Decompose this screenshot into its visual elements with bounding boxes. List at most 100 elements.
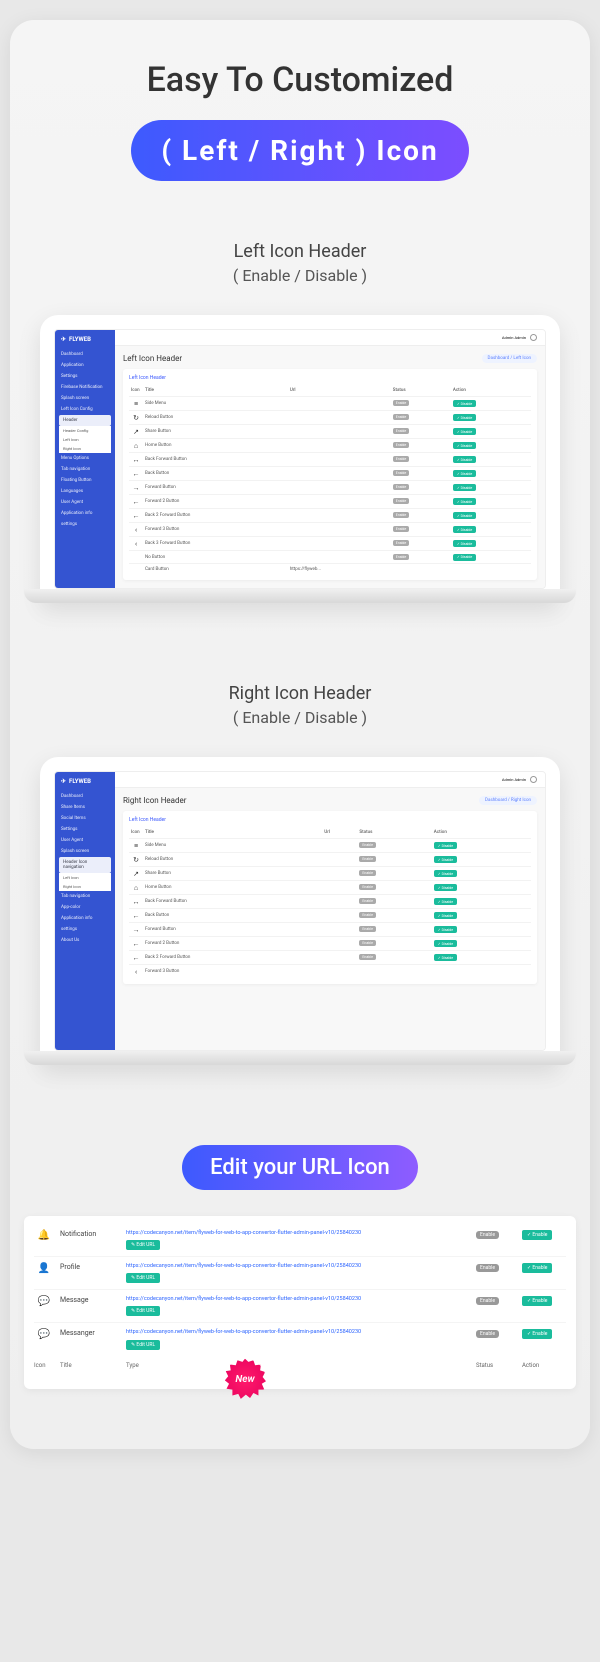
sidebar-item[interactable]: Floating Button	[55, 475, 115, 486]
toggle-button[interactable]: ✓ Disable	[434, 940, 457, 947]
topbar: Admin Admin	[115, 772, 545, 788]
toggle-button[interactable]: ✓ Disable	[453, 512, 476, 519]
sidebar-item[interactable]: Settings	[55, 371, 115, 382]
toggle-button[interactable]: ✓ Disable	[453, 540, 476, 547]
row-status: Enable	[357, 937, 431, 951]
row-status	[357, 965, 431, 979]
toggle-button[interactable]: ✓ Disable	[453, 526, 476, 533]
sidebar-item[interactable]: Firebase Notification	[55, 382, 115, 393]
sidebar-item[interactable]: Dashboard	[55, 349, 115, 360]
sidebar-item[interactable]: User Agent	[55, 497, 115, 508]
row-status	[391, 564, 451, 575]
sidebar-item[interactable]: Splash screen	[55, 393, 115, 404]
sidebar-item[interactable]: Left Icon Config	[55, 404, 115, 415]
breadcrumb[interactable]: Dashboard / Right Icon	[479, 796, 537, 805]
sidebar-item[interactable]: settings	[55, 924, 115, 935]
sidebar-item[interactable]: Social Items	[55, 813, 115, 824]
row-action: ✓ Disable	[451, 495, 531, 509]
hero-pill: ( Left / Right ) Icon	[131, 120, 468, 181]
sidebar-item[interactable]: Languages	[55, 486, 115, 497]
row-status: Enable	[357, 839, 431, 853]
toggle-button[interactable]: ✓ Disable	[453, 428, 476, 435]
sidebar-item[interactable]: Application info	[55, 508, 115, 519]
sidebar-item[interactable]: Splash screen	[55, 846, 115, 857]
url-link[interactable]: https://codecanyon.net/item/flyweb-for-w…	[126, 1263, 470, 1270]
sidebar-item[interactable]: Application info	[55, 913, 115, 924]
sidebar-item[interactable]: Left Icon	[59, 873, 111, 882]
toggle-button[interactable]: ✓ Disable	[453, 470, 476, 477]
sidebar-item[interactable]: Dashboard	[55, 791, 115, 802]
sidebar-item[interactable]: Settings	[55, 824, 115, 835]
url-link[interactable]: https://codecanyon.net/item/flyweb-for-w…	[126, 1230, 470, 1237]
toggle-button[interactable]: ✓ Disable	[434, 842, 457, 849]
toggle-button[interactable]: ✓ Disable	[453, 442, 476, 449]
row-status: Enable	[357, 909, 431, 923]
url-link[interactable]: https://codecanyon.net/item/flyweb-for-w…	[126, 1296, 470, 1303]
url-link[interactable]: https://codecanyon.net/item/flyweb-for-w…	[126, 1329, 470, 1336]
row-title: Home Button	[143, 439, 288, 453]
url-title: Message	[60, 1296, 120, 1304]
sidebar-item[interactable]: Header Config	[59, 426, 111, 435]
url-status: Enable	[476, 1330, 499, 1338]
sidebar-item[interactable]: Share Items	[55, 802, 115, 813]
toggle-button[interactable]: ✓ Disable	[434, 898, 457, 905]
toggle-button[interactable]: ✓ Disable	[453, 498, 476, 505]
row-url	[322, 951, 357, 965]
edit-url-button[interactable]: ✎ Edit URL	[126, 1273, 160, 1283]
toggle-button[interactable]: ✓ Disable	[453, 414, 476, 421]
url-status: Enable	[476, 1297, 499, 1305]
enable-button[interactable]: ✓ Enable	[522, 1263, 552, 1273]
row-action: ✓ Disable	[432, 867, 531, 881]
row-url	[288, 509, 391, 523]
row-url	[322, 895, 357, 909]
section2-sub: ( Enable / Disable )	[10, 708, 590, 727]
row-icon: ⌂	[129, 439, 143, 453]
avatar-icon[interactable]	[530, 334, 537, 341]
toggle-button[interactable]: ✓ Disable	[434, 926, 457, 933]
row-action: ✓ Disable	[432, 853, 531, 867]
row-icon: ←	[129, 937, 143, 951]
sidebar-item[interactable]: App-color	[55, 902, 115, 913]
toggle-button[interactable]: ✓ Disable	[453, 554, 476, 561]
enable-button[interactable]: ✓ Enable	[522, 1230, 552, 1240]
sidebar-item[interactable]: Tab navigation	[55, 891, 115, 902]
sidebar-item[interactable]: User Agent	[55, 835, 115, 846]
toggle-button[interactable]: ✓ Disable	[453, 400, 476, 407]
sidebar-item[interactable]: About Us	[55, 935, 115, 946]
sidebar-item[interactable]: Left Icon	[59, 435, 111, 444]
sidebar-item[interactable]: Right Icon	[59, 882, 111, 891]
table-row: ↗Share ButtonEnable✓ Disable	[129, 425, 531, 439]
breadcrumb[interactable]: Dashboard / Left Icon	[482, 354, 537, 363]
row-icon: ↻	[129, 411, 143, 425]
toggle-button[interactable]: ✓ Disable	[434, 884, 457, 891]
avatar-icon[interactable]	[530, 776, 537, 783]
toggle-button[interactable]: ✓ Disable	[434, 954, 457, 961]
sidebar-item[interactable]: Tab navigation	[55, 464, 115, 475]
sidebar-item[interactable]: Right Icon	[59, 444, 111, 453]
sidebar-item[interactable]: Menu Options	[55, 453, 115, 464]
row-action: ✓ Disable	[432, 895, 531, 909]
toggle-button[interactable]: ✓ Disable	[434, 870, 457, 877]
user-label: Admin Admin	[502, 335, 526, 340]
sidebar-item[interactable]: Application	[55, 360, 115, 371]
sidebar-item[interactable]: Header	[59, 415, 111, 426]
toggle-button[interactable]: ✓ Disable	[453, 456, 476, 463]
row-title: Home Button	[143, 881, 322, 895]
toggle-button[interactable]: ✓ Disable	[434, 912, 457, 919]
enable-button[interactable]: ✓ Enable	[522, 1296, 552, 1306]
url-icon: 🔔	[34, 1230, 54, 1241]
sidebar-item[interactable]: settings	[55, 519, 115, 530]
row-action	[451, 564, 531, 575]
edit-url-button[interactable]: ✎ Edit URL	[126, 1340, 160, 1350]
edit-url-button[interactable]: ✎ Edit URL	[126, 1306, 160, 1316]
enable-button[interactable]: ✓ Enable	[522, 1329, 552, 1339]
toggle-button[interactable]: ✓ Disable	[434, 856, 457, 863]
sidebar-item[interactable]: Header Icon navigation	[59, 857, 111, 873]
row-url	[288, 467, 391, 481]
row-title: Back Forward Button	[143, 895, 322, 909]
row-title: Forward Button	[143, 923, 322, 937]
brand-logo: ✈FLYWEB	[55, 336, 115, 349]
edit-url-button[interactable]: ✎ Edit URL	[126, 1240, 160, 1250]
toggle-button[interactable]: ✓ Disable	[453, 484, 476, 491]
row-icon: ←	[129, 509, 143, 523]
